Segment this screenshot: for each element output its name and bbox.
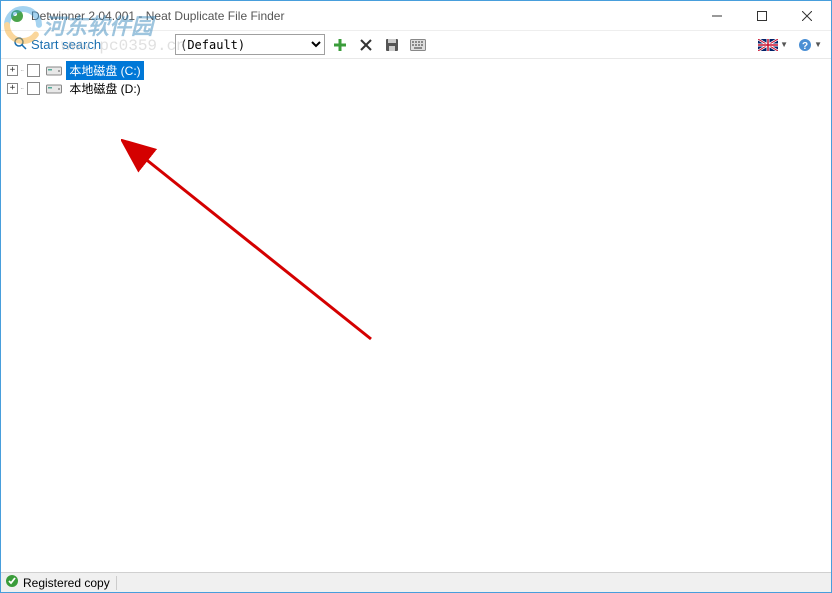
maximize-button[interactable] bbox=[739, 1, 784, 30]
window-title: Detwinner 2.04.001 - Neat Duplicate File… bbox=[31, 9, 694, 23]
tree-row[interactable]: + ·· 本地磁盘 (C:) bbox=[5, 61, 827, 79]
keyboard-icon bbox=[410, 39, 426, 51]
toolbar: Start search (Default) ▼ bbox=[1, 31, 831, 59]
search-icon bbox=[13, 36, 27, 53]
drive-icon bbox=[46, 82, 62, 94]
drive-label[interactable]: 本地磁盘 (C:) bbox=[66, 61, 143, 80]
drive-icon bbox=[46, 64, 62, 76]
annotation-arrow bbox=[121, 139, 381, 349]
start-search-button[interactable]: Start search bbox=[7, 34, 107, 55]
titlebar: Detwinner 2.04.001 - Neat Duplicate File… bbox=[1, 1, 831, 31]
svg-text:?: ? bbox=[802, 41, 808, 52]
statusbar: Registered copy bbox=[1, 572, 831, 592]
start-search-label: Start search bbox=[31, 37, 101, 52]
help-button[interactable]: ? ▼ bbox=[795, 34, 825, 56]
delete-profile-button[interactable] bbox=[355, 34, 377, 56]
minimize-button[interactable] bbox=[694, 1, 739, 30]
x-icon bbox=[360, 39, 372, 51]
status-text: Registered copy bbox=[23, 576, 110, 590]
main-content: + ·· 本地磁盘 (C:) + ·· 本地磁盘 (D:) bbox=[1, 59, 831, 572]
help-icon: ? bbox=[798, 38, 812, 52]
plus-icon bbox=[333, 38, 347, 52]
floppy-icon bbox=[385, 38, 399, 52]
drive-tree: + ·· 本地磁盘 (C:) + ·· 本地磁盘 (D:) bbox=[1, 59, 831, 99]
check-icon bbox=[5, 574, 19, 591]
language-button[interactable]: ▼ bbox=[755, 34, 791, 56]
keyboard-button[interactable] bbox=[407, 34, 429, 56]
save-profile-button[interactable] bbox=[381, 34, 403, 56]
tree-connector: ·· bbox=[20, 84, 23, 93]
status-divider bbox=[116, 576, 117, 590]
tree-row[interactable]: + ·· 本地磁盘 (D:) bbox=[5, 79, 827, 97]
drive-checkbox[interactable] bbox=[27, 82, 40, 95]
drive-label[interactable]: 本地磁盘 (D:) bbox=[66, 79, 143, 98]
close-button[interactable] bbox=[784, 1, 829, 30]
app-icon bbox=[9, 8, 25, 24]
add-profile-button[interactable] bbox=[329, 34, 351, 56]
chevron-down-icon: ▼ bbox=[814, 40, 822, 49]
drive-checkbox[interactable] bbox=[27, 64, 40, 77]
profile-select[interactable]: (Default) bbox=[175, 34, 325, 55]
expand-toggle[interactable]: + bbox=[7, 83, 18, 94]
chevron-down-icon: ▼ bbox=[780, 40, 788, 49]
tree-connector: ·· bbox=[20, 66, 23, 75]
uk-flag-icon bbox=[758, 39, 778, 51]
application-window: Detwinner 2.04.001 - Neat Duplicate File… bbox=[0, 0, 832, 593]
expand-toggle[interactable]: + bbox=[7, 65, 18, 76]
